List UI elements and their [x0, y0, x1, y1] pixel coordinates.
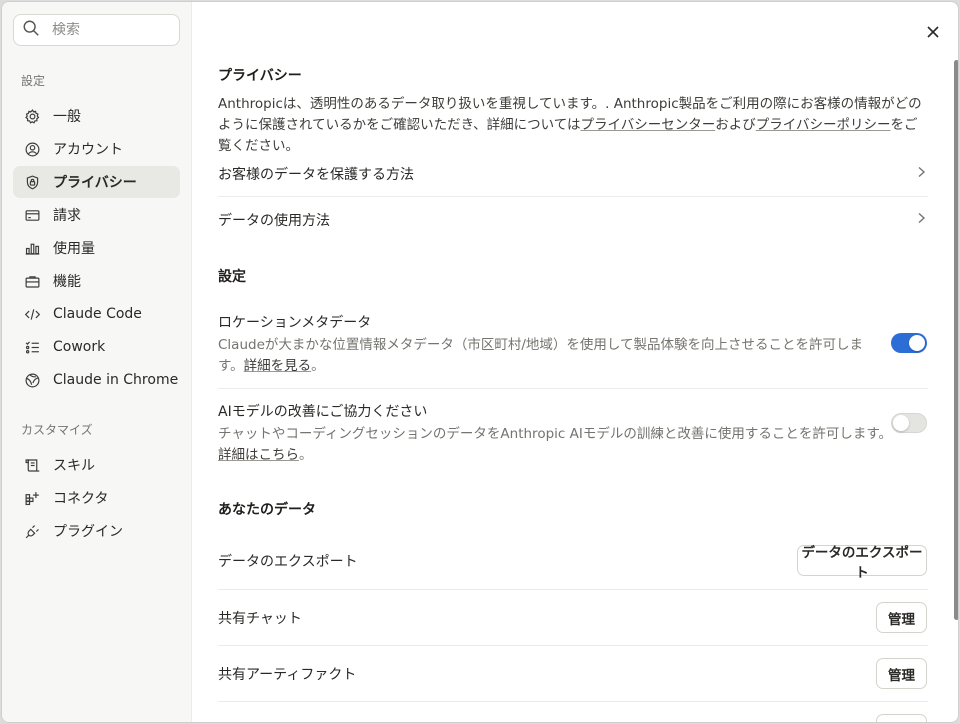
row-label: 共有チャット: [218, 610, 302, 627]
main-content: プライバシー Anthropicは、透明性のあるデータ取り扱いを重視しています。…: [193, 2, 958, 722]
search-input[interactable]: [52, 22, 162, 38]
export-data-button[interactable]: データのエクスポート: [797, 545, 927, 581]
close-button[interactable]: [921, 22, 945, 46]
checklist-icon: [23, 338, 41, 356]
sidebar-item-label: スキル: [53, 458, 95, 474]
sidebar-item-skills[interactable]: スキル: [13, 449, 180, 481]
manage-shared-artifacts-button[interactable]: 管理: [876, 658, 927, 689]
row-label: データのエクスポート: [218, 553, 358, 570]
scrollbar[interactable]: [954, 60, 958, 620]
location-learn-more-link[interactable]: 詳細を見る: [244, 358, 312, 374]
sidebar-item-connectors[interactable]: コネクタ: [13, 482, 180, 514]
briefcase-icon: [23, 272, 41, 290]
sidebar-item-label: Claude Code: [53, 306, 142, 322]
chevron-right-icon: [914, 211, 928, 229]
manage-shared-chats-button[interactable]: 管理: [876, 602, 927, 633]
scroll-icon: [23, 456, 41, 474]
privacy-intro: Anthropicは、透明性のあるデータ取り扱いを重視しています。. Anthr…: [218, 96, 922, 154]
shield-lock-icon: [23, 173, 41, 191]
chevron-right-icon: [914, 165, 928, 183]
customize-section-label: カスタマイズ: [21, 423, 93, 437]
sidebar-item-label: アカウント: [53, 142, 123, 158]
improve-learn-more-link[interactable]: 詳細はこちら: [218, 447, 299, 463]
search-icon: [22, 19, 40, 41]
sidebar-item-label: 一般: [53, 109, 81, 125]
privacy-policy-link[interactable]: プライバシーポリシー: [756, 117, 891, 133]
sidebar-item-privacy[interactable]: プライバシー: [13, 166, 180, 198]
improve-models-toggle[interactable]: [891, 413, 927, 433]
row-label: データの使用方法: [218, 212, 330, 229]
improve-models-title: AIモデルの改善にご協力ください: [218, 404, 428, 420]
sidebar-item-label: Claude in Chrome: [53, 372, 179, 388]
sidebar-item-label: 請求: [53, 208, 81, 224]
shared-artifacts-row: 共有アーティファクト: [218, 646, 928, 702]
sidebar-item-general[interactable]: 一般: [13, 100, 180, 132]
sidebar-item-label: 使用量: [53, 241, 95, 257]
row-label: 共有アーティファクト: [218, 666, 357, 683]
location-metadata-toggle[interactable]: [891, 333, 927, 353]
sidebar: 設定 一般 アカウント プライバシー 請求: [2, 2, 192, 722]
sidebar-item-features[interactable]: 機能: [13, 265, 180, 297]
grid-plus-icon: [23, 489, 41, 507]
search-box[interactable]: [13, 14, 180, 46]
improve-models-desc: チャットやコーディングセッションのデータをAnthropic AIモデルの訓練と…: [218, 426, 892, 463]
sidebar-item-usage[interactable]: 使用量: [13, 232, 180, 264]
data-usage-link-row[interactable]: データの使用方法: [218, 197, 928, 242]
settings-section-label: 設定: [21, 74, 46, 88]
location-metadata-desc: Claudeが大まかな位置情報メタデータ（市区町村/地域）を使用して製品体験を向…: [218, 337, 864, 374]
toggle-knob: [893, 415, 909, 431]
privacy-heading: プライバシー: [218, 68, 302, 84]
sidebar-item-claude-in-chrome[interactable]: Claude in Chrome: [13, 364, 180, 396]
row-label: お客様のデータを保護する方法: [218, 167, 414, 183]
sidebar-item-plugins[interactable]: プラグイン: [13, 515, 180, 547]
sidebar-item-account[interactable]: アカウント: [13, 133, 180, 165]
location-metadata-title: ロケーションメタデータ: [218, 315, 372, 331]
sidebar-item-label: Cowork: [53, 339, 106, 355]
toggle-knob: [909, 335, 925, 351]
sidebar-item-billing[interactable]: 請求: [13, 199, 180, 231]
divider: [218, 388, 928, 389]
user-circle-icon: [23, 140, 41, 158]
shared-chats-row: 共有チャット: [218, 590, 928, 646]
credit-card-icon: [23, 206, 41, 224]
privacy-center-link[interactable]: プライバシーセンター: [580, 117, 715, 133]
close-icon: [926, 25, 940, 43]
globe-icon: [23, 371, 41, 389]
sidebar-item-label: 機能: [53, 274, 81, 290]
gear-icon: [23, 107, 41, 125]
sidebar-item-label: プライバシー: [53, 175, 137, 191]
data-protection-link-row[interactable]: お客様のデータを保護する方法: [218, 152, 928, 197]
bar-chart-icon: [23, 239, 41, 257]
your-data-heading: あなたのデータ: [218, 502, 316, 518]
plug-icon: [23, 522, 41, 540]
code-icon: [23, 305, 41, 323]
sidebar-item-claude-code[interactable]: Claude Code: [13, 298, 180, 330]
settings-heading: 設定: [218, 269, 246, 285]
partially-visible-button[interactable]: [876, 714, 927, 722]
settings-window: 設定 一般 アカウント プライバシー 請求: [1, 1, 959, 723]
sidebar-item-cowork[interactable]: Cowork: [13, 331, 180, 363]
sidebar-item-label: プラグイン: [53, 524, 123, 540]
sidebar-item-label: コネクタ: [53, 491, 109, 507]
